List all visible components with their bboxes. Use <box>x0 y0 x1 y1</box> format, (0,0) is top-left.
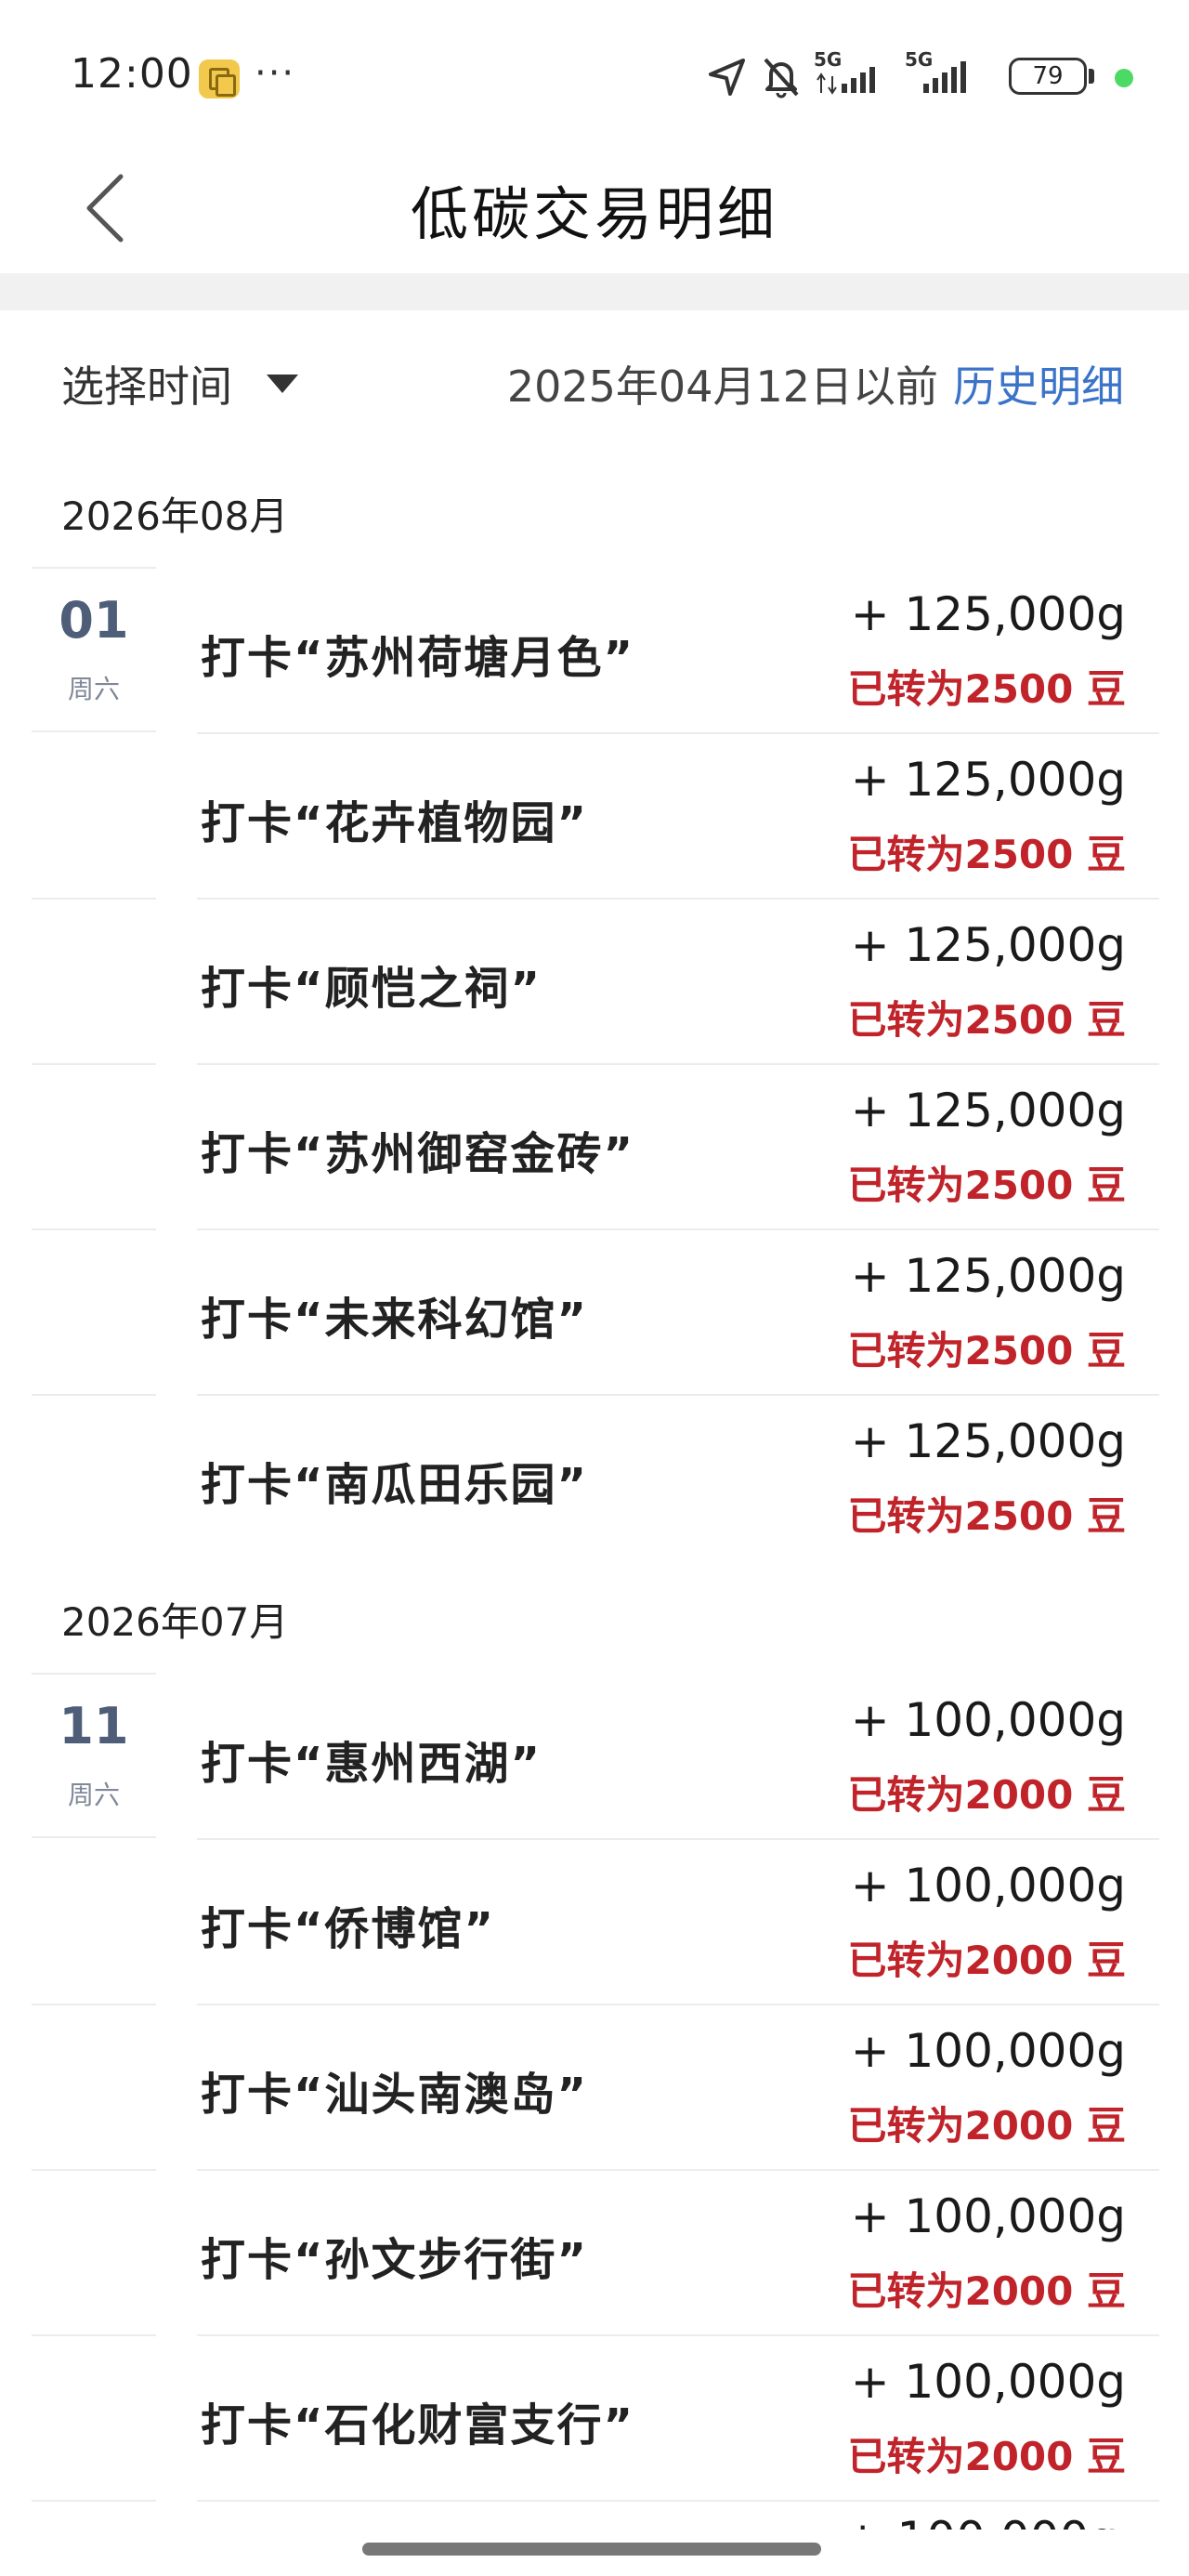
battery-tip <box>1089 69 1094 84</box>
transaction-converted: 已转为2000 豆 <box>847 2103 1126 2149</box>
before-date-text: 2025年04月12日以前 <box>506 361 938 412</box>
transaction-row[interactable]: 打卡“石化财富支行” + 100,000g 已转为2000 豆 <box>197 2336 1159 2502</box>
transaction-title: 打卡“南瓜田乐园” <box>201 1459 589 1511</box>
day-block: 01 周六 <box>32 567 156 734</box>
header: 低碳交易明细 <box>0 149 1189 273</box>
transaction-title: 打卡“未来科幻馆” <box>201 1294 589 1346</box>
day-number: 01 <box>59 591 129 650</box>
history-detail-link[interactable]: 历史明细 <box>953 353 1124 414</box>
transaction-amount: + 100,000g <box>850 2189 1126 2243</box>
transaction-title: 打卡“石化财富支行” <box>201 2399 635 2451</box>
day-weekday: 周六 <box>67 1780 120 1810</box>
day-divider <box>32 1394 156 1396</box>
transaction-amount: + 125,000g <box>850 753 1126 807</box>
filter-row: 选择时间 2025年04月12日以前 历史明细 <box>0 310 1189 450</box>
signal-5g-icon: 5G <box>814 48 897 99</box>
transaction-title: 打卡“孙文步行街” <box>201 2234 589 2286</box>
transaction-converted: 已转为2500 豆 <box>847 832 1126 877</box>
transaction-amount: + 125,000g <box>850 1084 1126 1137</box>
transaction-row[interactable]: 打卡“孙文步行街” + 100,000g 已转为2000 豆 <box>197 2171 1159 2336</box>
caret-down-icon <box>266 375 298 393</box>
transaction-amount: + 125,000g <box>850 587 1126 641</box>
day-divider <box>32 2334 156 2336</box>
transaction-title: 打卡“汕头南澳岛” <box>201 2069 589 2121</box>
day-divider <box>32 1229 156 1230</box>
transaction-converted: 已转为2500 豆 <box>847 1163 1126 1208</box>
status-bar: 12:00 ··· 5G 5G 79 <box>0 0 1189 149</box>
day-divider <box>32 898 156 900</box>
transaction-converted: 已转为2500 豆 <box>847 1328 1126 1373</box>
status-time: 12:00 <box>71 50 193 98</box>
time-select-label: 选择时间 <box>61 361 232 412</box>
transaction-row[interactable]: 打卡“苏州御窑金砖” + 125,000g 已转为2500 豆 <box>197 1065 1159 1230</box>
transaction-converted: 已转为2500 豆 <box>847 997 1126 1043</box>
partial-next-amount: + 100,000g <box>843 2509 1118 2530</box>
day-divider <box>32 567 156 569</box>
screen: 12:00 ··· 5G 5G 79 低碳交易明细 选择时间 2025年04月1… <box>0 0 1189 2576</box>
transaction-amount: + 100,000g <box>850 2024 1126 2078</box>
transaction-title: 打卡“侨博馆” <box>201 1903 496 1955</box>
transaction-converted: 已转为2000 豆 <box>847 1938 1126 1983</box>
transaction-row[interactable]: 打卡“未来科幻馆” + 125,000g 已转为2500 豆 <box>197 1230 1159 1396</box>
month-header: 2026年08月 <box>61 493 289 539</box>
month-header: 2026年07月 <box>61 1599 289 1645</box>
bell-muted-icon <box>764 58 799 99</box>
transaction-title: 打卡“花卉植物园” <box>201 797 589 849</box>
transaction-row[interactable]: 打卡“苏州荷塘月色” + 125,000g 已转为2500 豆 <box>197 569 1159 734</box>
day-divider <box>32 2169 156 2171</box>
time-select-dropdown[interactable]: 选择时间 <box>61 353 298 414</box>
day-number: 11 <box>59 1697 129 1755</box>
day-weekday: 周六 <box>67 674 120 704</box>
transaction-amount: + 100,000g <box>850 1859 1126 1912</box>
transaction-converted: 已转为2000 豆 <box>847 1772 1126 1818</box>
transaction-converted: 已转为2000 豆 <box>847 2434 1126 2479</box>
transaction-amount: + 100,000g <box>850 2355 1126 2409</box>
day-divider <box>32 1836 156 1838</box>
row-divider <box>197 2500 1159 2502</box>
home-indicator[interactable] <box>362 2543 821 2556</box>
day-divider <box>32 2500 156 2502</box>
transaction-title: 打卡“苏州荷塘月色” <box>201 632 635 684</box>
transaction-row[interactable]: 打卡“南瓜田乐园” + 125,000g 已转为2500 豆 <box>197 1396 1159 1561</box>
transaction-row[interactable]: 打卡“惠州西湖” + 100,000g 已转为2000 豆 <box>197 1675 1159 1840</box>
transaction-title: 打卡“惠州西湖” <box>201 1738 542 1790</box>
transaction-converted: 已转为2000 豆 <box>847 2268 1126 2314</box>
day-divider <box>32 2004 156 2005</box>
transaction-amount: + 100,000g <box>850 1693 1126 1747</box>
battery-icon: 79 <box>1009 58 1087 95</box>
day-divider <box>32 1673 156 1675</box>
transaction-row[interactable]: 打卡“花卉植物园” + 125,000g 已转为2500 豆 <box>197 734 1159 900</box>
transaction-title: 打卡“顾恺之祠” <box>201 963 542 1015</box>
status-more-indicator: ··· <box>255 52 296 95</box>
transaction-title: 打卡“苏州御窑金砖” <box>201 1128 635 1180</box>
transaction-converted: 已转为2500 豆 <box>847 666 1126 712</box>
day-divider <box>32 730 156 732</box>
transaction-amount: + 125,000g <box>850 1249 1126 1303</box>
status-right-icons: 5G 5G 79 <box>706 48 1189 104</box>
transaction-amount: + 125,000g <box>850 1414 1126 1468</box>
transaction-amount: + 125,000g <box>850 918 1126 972</box>
signal-5g-icon: 5G <box>905 48 988 99</box>
transaction-row[interactable]: 打卡“汕头南澳岛” + 100,000g 已转为2000 豆 <box>197 2005 1159 2171</box>
day-divider <box>32 1063 156 1065</box>
day-block: 11 周六 <box>32 1673 156 1840</box>
transaction-row[interactable]: 打卡“侨博馆” + 100,000g 已转为2000 豆 <box>197 1840 1159 2005</box>
transaction-converted: 已转为2500 豆 <box>847 1493 1126 1539</box>
location-arrow-icon <box>709 59 745 96</box>
status-dot <box>1115 69 1133 87</box>
page-title: 低碳交易明细 <box>410 180 778 248</box>
section-separator <box>0 273 1189 310</box>
transaction-row[interactable]: 打卡“顾恺之祠” + 125,000g 已转为2500 豆 <box>197 900 1159 1065</box>
copy-app-icon <box>199 59 240 99</box>
